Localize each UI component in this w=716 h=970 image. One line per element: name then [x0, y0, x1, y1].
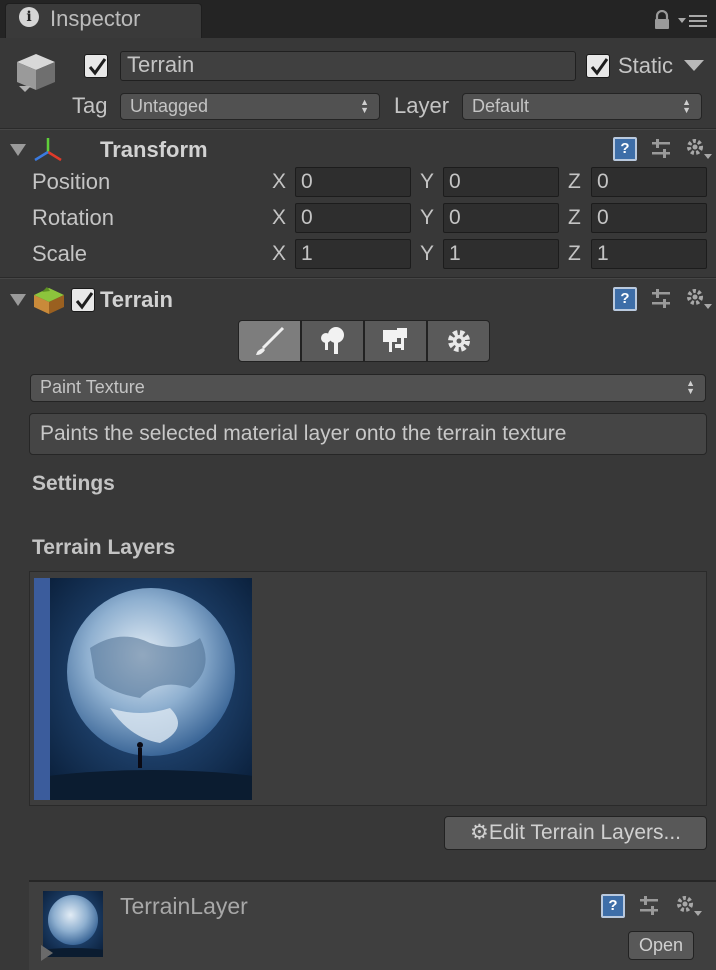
axis-z-label: Z	[568, 242, 581, 265]
gameobject-cube-icon	[17, 54, 55, 92]
layer-selection-highlight	[34, 578, 50, 800]
axis-x-label: X	[272, 170, 287, 193]
static-checkbox[interactable]	[586, 54, 610, 78]
details-icon	[382, 328, 407, 352]
paint-brush-tool-button[interactable]	[238, 320, 301, 362]
divider	[0, 128, 716, 130]
axis-y-label: Y	[420, 206, 435, 229]
terrain-layer-thumbnail[interactable]	[50, 578, 252, 800]
help-icon[interactable]: ?	[613, 287, 637, 311]
axis-y-label: Y	[420, 170, 435, 193]
tag-label: Tag	[72, 93, 108, 118]
axis-y-label: Y	[420, 242, 435, 265]
presets-icon[interactable]	[636, 893, 664, 919]
object-name-field[interactable]: Terrain	[120, 51, 576, 81]
tab-label: Inspector	[50, 6, 141, 31]
transform-foldout-arrow-icon[interactable]	[10, 144, 26, 156]
terrain-component-icon	[34, 287, 64, 314]
axis-z-label: Z	[568, 206, 581, 229]
axis-z-label: Z	[568, 170, 581, 193]
tag-value: Untagged	[130, 96, 209, 116]
earth-image	[50, 578, 252, 800]
settings-gear-icon[interactable]	[674, 893, 702, 919]
static-dropdown-icon[interactable]	[684, 60, 704, 72]
settings-gear-icon[interactable]	[684, 136, 712, 162]
position-label: Position	[32, 169, 111, 194]
axis-x-label: X	[272, 206, 287, 229]
transform-axes-icon	[34, 138, 62, 162]
gear-icon: ⚙	[469, 821, 489, 844]
edit-terrain-layers-label: Edit Terrain Layers...	[488, 821, 682, 844]
rotation-y-field[interactable]: 0	[443, 203, 559, 233]
settings-heading: Settings	[32, 472, 115, 495]
terrain-title: Terrain	[100, 287, 173, 312]
context-menu-icon[interactable]	[678, 12, 708, 30]
help-icon[interactable]: ?	[601, 894, 625, 918]
scale-y-field[interactable]: 1	[443, 239, 559, 269]
paint-details-tool-button[interactable]	[364, 320, 427, 362]
presets-icon[interactable]	[648, 286, 676, 312]
layer-value: Default	[472, 96, 530, 116]
paint-brush-icon	[255, 326, 284, 355]
layer-label: Layer	[394, 93, 450, 118]
presets-icon[interactable]	[648, 136, 676, 162]
terrain-mode-value: Paint Texture	[40, 377, 145, 397]
terrain-mode-dropdown[interactable]: Paint Texture ▲ ▼	[30, 374, 706, 402]
trees-icon	[320, 327, 344, 354]
transform-title: Transform	[100, 137, 208, 162]
terrain-settings-tool-button[interactable]	[427, 320, 490, 362]
rotation-x-field[interactable]: 0	[295, 203, 411, 233]
rotation-label: Rotation	[32, 205, 114, 230]
gear-icon	[447, 330, 470, 352]
terrain-foldout-arrow-icon[interactable]	[10, 294, 26, 306]
scale-z-field[interactable]: 1	[591, 239, 707, 269]
axis-x-label: X	[272, 242, 287, 265]
tag-dropdown[interactable]: Untagged ▲ ▼	[120, 93, 380, 120]
position-y-field[interactable]: 0	[443, 167, 559, 197]
active-checkbox[interactable]	[84, 54, 108, 78]
settings-gear-icon[interactable]	[684, 286, 712, 312]
terrain-layer-title: TerrainLayer	[120, 893, 248, 919]
mode-description-box: Paints the selected material layer onto …	[29, 413, 707, 455]
divider	[0, 277, 716, 279]
terrain-tool-toolbar	[238, 320, 490, 362]
position-x-field[interactable]: 0	[295, 167, 411, 197]
open-button[interactable]: Open	[628, 931, 694, 960]
terrain-layers-heading: Terrain Layers	[32, 536, 176, 559]
static-label: Static	[618, 53, 674, 78]
help-icon[interactable]: ?	[613, 137, 637, 161]
terrain-enabled-checkbox[interactable]	[71, 288, 95, 312]
position-z-field[interactable]: 0	[591, 167, 707, 197]
rotation-z-field[interactable]: 0	[591, 203, 707, 233]
preview-play-icon	[41, 945, 53, 961]
lock-icon[interactable]	[653, 10, 671, 30]
scale-label: Scale	[32, 241, 88, 266]
dropdown-arrows-icon: ▲ ▼	[686, 378, 695, 396]
info-icon: i	[19, 7, 39, 27]
scale-x-field[interactable]: 1	[295, 239, 411, 269]
paint-trees-tool-button[interactable]	[301, 320, 364, 362]
dropdown-arrows-icon: ▲ ▼	[682, 97, 691, 115]
edit-terrain-layers-button[interactable]: ⚙Edit Terrain Layers...	[444, 816, 707, 850]
layer-dropdown[interactable]: Default ▲ ▼	[462, 93, 702, 120]
dropdown-arrows-icon: ▲ ▼	[360, 97, 369, 115]
